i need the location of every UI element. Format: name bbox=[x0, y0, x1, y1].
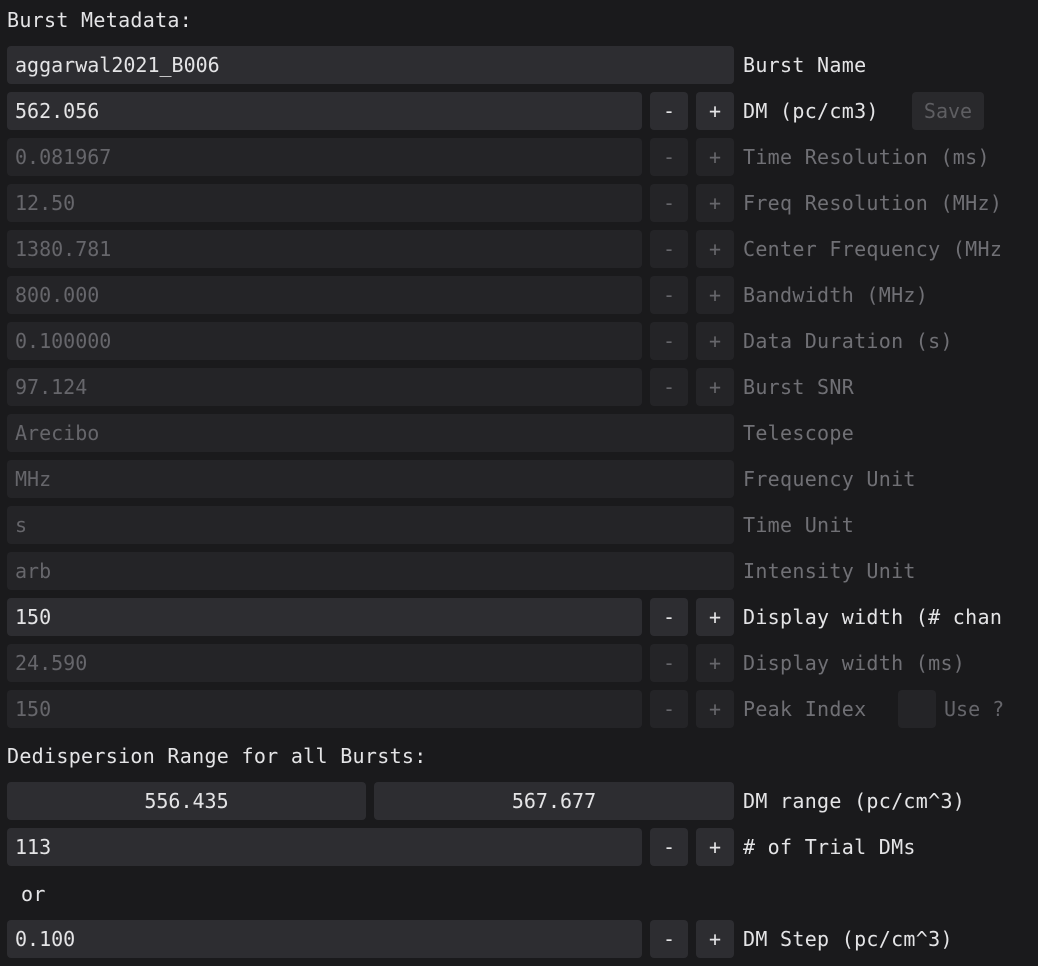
data-duration-increment-button[interactable]: + bbox=[696, 322, 734, 360]
freq-resolution-increment-button[interactable]: + bbox=[696, 184, 734, 222]
dm-range-max-input[interactable]: 567.677 bbox=[374, 782, 734, 820]
dm-decrement-button[interactable]: - bbox=[650, 92, 688, 130]
dm-label: DM (pc/cm3) bbox=[743, 99, 879, 123]
burst-name-row: aggarwal2021_B006 Burst Name bbox=[0, 46, 1038, 92]
display-width-chan-label: Display width (# chan bbox=[743, 605, 1003, 629]
intensity-unit-input[interactable]: arb bbox=[7, 552, 734, 590]
burst-name-label: Burst Name bbox=[743, 53, 867, 77]
freq-resolution-row: 12.50 - + Freq Resolution (MHz) bbox=[0, 184, 1038, 230]
display-width-ms-row: 24.590 - + Display width (ms) bbox=[0, 644, 1038, 690]
dm-step-row: 0.100 - + DM Step (pc/cm^3) bbox=[0, 920, 1038, 966]
burst-name-input[interactable]: aggarwal2021_B006 bbox=[7, 46, 734, 84]
display-width-ms-label: Display width (ms) bbox=[743, 651, 966, 675]
intensity-unit-row: arb Intensity Unit bbox=[0, 552, 1038, 598]
freq-resolution-decrement-button[interactable]: - bbox=[650, 184, 688, 222]
dm-range-row: 556.435 567.677 DM range (pc/cm^3) bbox=[0, 782, 1038, 828]
time-unit-row: s Time Unit bbox=[0, 506, 1038, 552]
burst-snr-increment-button[interactable]: + bbox=[696, 368, 734, 406]
display-width-ms-increment-button[interactable]: + bbox=[696, 644, 734, 682]
data-duration-decrement-button[interactable]: - bbox=[650, 322, 688, 360]
trial-dms-row: 113 - + # of Trial DMs bbox=[0, 828, 1038, 874]
burst-snr-decrement-button[interactable]: - bbox=[650, 368, 688, 406]
use-peak-index-label: Use ? bbox=[944, 697, 1005, 721]
time-resolution-label: Time Resolution (ms) bbox=[743, 145, 990, 169]
save-dm-button[interactable]: Save bbox=[912, 92, 984, 130]
burst-snr-label: Burst SNR bbox=[743, 375, 855, 399]
dm-input[interactable]: 562.056 bbox=[7, 92, 642, 130]
display-width-chan-decrement-button[interactable]: - bbox=[650, 598, 688, 636]
trial-dms-input[interactable]: 113 bbox=[7, 828, 642, 866]
peak-index-label: Peak Index bbox=[743, 697, 867, 721]
dm-row: 562.056 - + DM (pc/cm3) Save bbox=[0, 92, 1038, 138]
time-resolution-input[interactable]: 0.081967 bbox=[7, 138, 642, 176]
display-width-ms-decrement-button[interactable]: - bbox=[650, 644, 688, 682]
frequency-unit-row: MHz Frequency Unit bbox=[0, 460, 1038, 506]
trial-dms-label: # of Trial DMs bbox=[743, 835, 916, 859]
display-width-chan-input[interactable]: 150 bbox=[7, 598, 642, 636]
telescope-input[interactable]: Arecibo bbox=[7, 414, 734, 452]
center-frequency-row: 1380.781 - + Center Frequency (MHz bbox=[0, 230, 1038, 276]
frequency-unit-input[interactable]: MHz bbox=[7, 460, 734, 498]
bandwidth-row: 800.000 - + Bandwidth (MHz) bbox=[0, 276, 1038, 322]
peak-index-input[interactable]: 150 bbox=[7, 690, 642, 728]
use-peak-index-checkbox[interactable] bbox=[898, 690, 936, 728]
center-frequency-decrement-button[interactable]: - bbox=[650, 230, 688, 268]
center-frequency-label: Center Frequency (MHz bbox=[743, 237, 1003, 261]
telescope-label: Telescope bbox=[743, 421, 855, 445]
data-duration-row: 0.100000 - + Data Duration (s) bbox=[0, 322, 1038, 368]
dm-increment-button[interactable]: + bbox=[696, 92, 734, 130]
trial-dms-decrement-button[interactable]: - bbox=[650, 828, 688, 866]
bandwidth-decrement-button[interactable]: - bbox=[650, 276, 688, 314]
time-resolution-increment-button[interactable]: + bbox=[696, 138, 734, 176]
burst-snr-row: 97.124 - + Burst SNR bbox=[0, 368, 1038, 414]
intensity-unit-label: Intensity Unit bbox=[743, 559, 916, 583]
dm-range-min-input[interactable]: 556.435 bbox=[7, 782, 366, 820]
peak-index-increment-button[interactable]: + bbox=[696, 690, 734, 728]
bandwidth-label: Bandwidth (MHz) bbox=[743, 283, 929, 307]
time-resolution-row: 0.081967 - + Time Resolution (ms) bbox=[0, 138, 1038, 184]
time-unit-input[interactable]: s bbox=[7, 506, 734, 544]
data-duration-label: Data Duration (s) bbox=[743, 329, 953, 353]
peak-index-row: 150 - + Peak Index Use ? bbox=[0, 690, 1038, 736]
display-width-chan-increment-button[interactable]: + bbox=[696, 598, 734, 636]
display-width-chan-row: 150 - + Display width (# chan bbox=[0, 598, 1038, 644]
dm-range-label: DM range (pc/cm^3) bbox=[743, 789, 966, 813]
freq-resolution-input[interactable]: 12.50 bbox=[7, 184, 642, 222]
data-duration-input[interactable]: 0.100000 bbox=[7, 322, 642, 360]
freq-resolution-label: Freq Resolution (MHz) bbox=[743, 191, 1003, 215]
burst-metadata-heading: Burst Metadata: bbox=[7, 8, 193, 32]
dm-step-increment-button[interactable]: + bbox=[696, 920, 734, 958]
telescope-row: Arecibo Telescope bbox=[0, 414, 1038, 460]
time-unit-label: Time Unit bbox=[743, 513, 855, 537]
time-resolution-decrement-button[interactable]: - bbox=[650, 138, 688, 176]
bandwidth-increment-button[interactable]: + bbox=[696, 276, 734, 314]
center-frequency-increment-button[interactable]: + bbox=[696, 230, 734, 268]
burst-snr-input[interactable]: 97.124 bbox=[7, 368, 642, 406]
center-frequency-input[interactable]: 1380.781 bbox=[7, 230, 642, 268]
trial-dms-increment-button[interactable]: + bbox=[696, 828, 734, 866]
or-text: or bbox=[21, 882, 46, 906]
frequency-unit-label: Frequency Unit bbox=[743, 467, 916, 491]
dm-step-input[interactable]: 0.100 bbox=[7, 920, 642, 958]
bandwidth-input[interactable]: 800.000 bbox=[7, 276, 642, 314]
dm-step-decrement-button[interactable]: - bbox=[650, 920, 688, 958]
dm-step-label: DM Step (pc/cm^3) bbox=[743, 927, 953, 951]
peak-index-decrement-button[interactable]: - bbox=[650, 690, 688, 728]
dedispersion-heading: Dedispersion Range for all Bursts: bbox=[7, 744, 427, 768]
display-width-ms-input[interactable]: 24.590 bbox=[7, 644, 642, 682]
